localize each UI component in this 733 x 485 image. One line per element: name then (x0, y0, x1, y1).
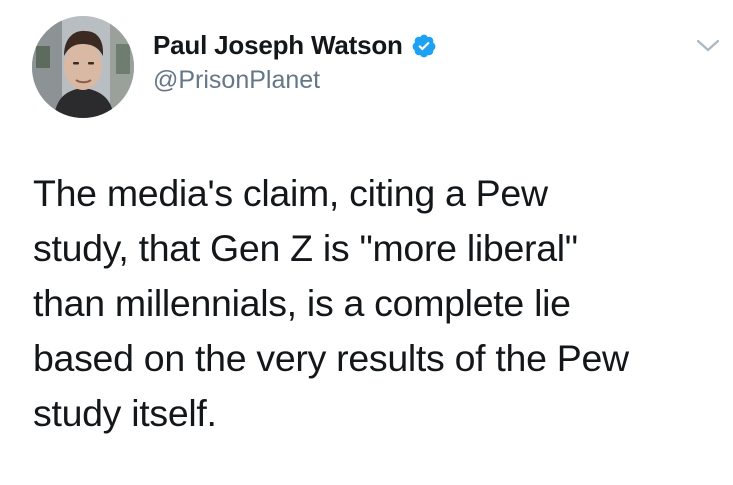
tweet-text-line: study itself. (33, 392, 217, 434)
verified-badge-icon (411, 33, 437, 59)
tweet-text-line: study, that Gen Z is "more liberal" (33, 227, 578, 269)
tweet-text-line: than millennials, is a complete lie (33, 282, 571, 324)
avatar[interactable] (32, 16, 134, 118)
tweet-text-line: based on the very results of the Pew (33, 337, 629, 379)
avatar-photo (32, 16, 134, 118)
author-name-row[interactable]: Paul Joseph Watson (153, 30, 437, 61)
tweet-text: The media's claim, citing a Pew study, t… (33, 166, 713, 441)
tweet-text-line: The media's claim, citing a Pew (33, 172, 548, 214)
chevron-down-icon[interactable] (694, 36, 722, 56)
author-handle[interactable]: @PrisonPlanet (153, 66, 320, 95)
display-name[interactable]: Paul Joseph Watson (153, 30, 403, 61)
